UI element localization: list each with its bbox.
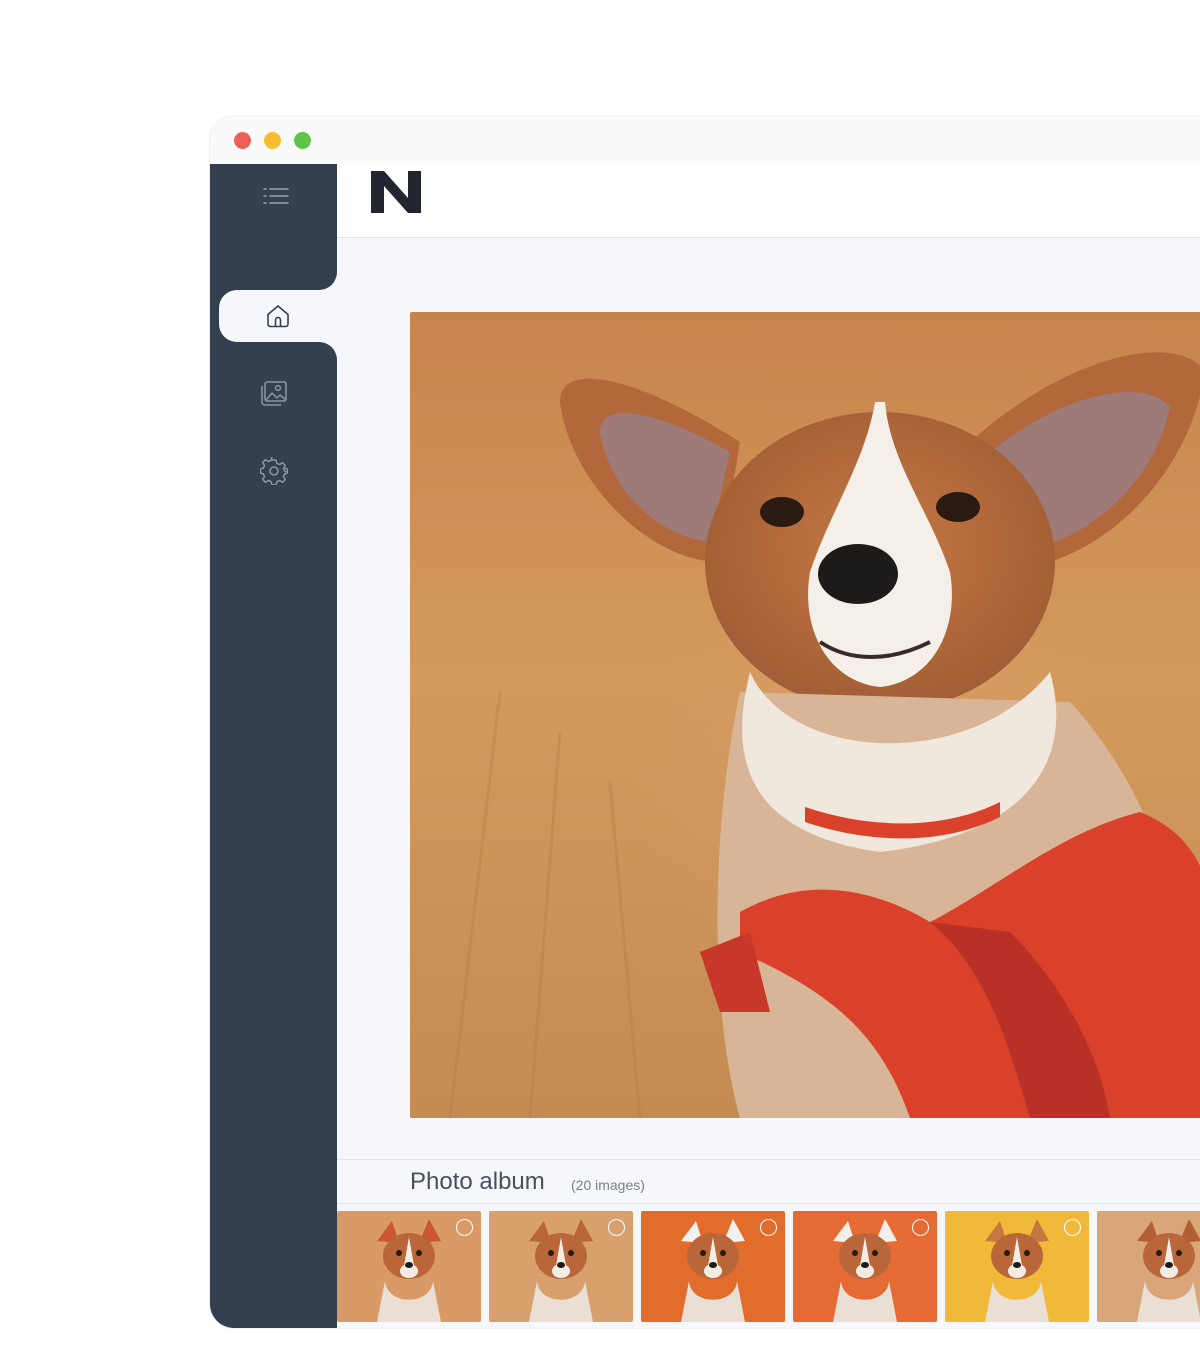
select-circle[interactable] <box>456 1219 473 1236</box>
select-circle[interactable] <box>760 1219 777 1236</box>
title-bar <box>210 116 1200 164</box>
album-thumbnail[interactable] <box>793 1211 937 1322</box>
select-circle[interactable] <box>912 1219 929 1236</box>
album-thumbnail[interactable] <box>337 1211 481 1322</box>
thumbnail-strip <box>337 1211 1200 1322</box>
n-logo[interactable] <box>370 170 422 214</box>
sidebar-item-home[interactable] <box>219 290 337 342</box>
sidebar <box>210 164 337 1328</box>
maximize-window-button[interactable] <box>294 132 311 149</box>
home-icon <box>264 302 292 330</box>
minimize-window-button[interactable] <box>264 132 281 149</box>
album-thumbnail[interactable] <box>945 1211 1089 1322</box>
album-count: (20 images) <box>571 1177 645 1193</box>
list-menu-icon[interactable] <box>260 186 292 206</box>
top-bar <box>337 164 1200 238</box>
album-thumbnail[interactable] <box>489 1211 633 1322</box>
app-window: Photo album (20 images) <box>210 116 1200 1328</box>
select-circle[interactable] <box>608 1219 625 1236</box>
gear-icon <box>259 457 288 485</box>
sidebar-item-gallery[interactable] <box>210 368 337 418</box>
album-header: Photo album (20 images) <box>337 1159 1200 1204</box>
album-title: Photo album <box>410 1168 545 1195</box>
select-circle[interactable] <box>1064 1219 1081 1236</box>
close-window-button[interactable] <box>234 132 251 149</box>
gallery-icon <box>259 378 289 408</box>
album-thumbnail[interactable] <box>641 1211 785 1322</box>
album-thumbnail[interactable] <box>1097 1211 1200 1322</box>
featured-photo[interactable] <box>410 312 1200 1118</box>
sidebar-item-settings[interactable] <box>210 446 337 496</box>
